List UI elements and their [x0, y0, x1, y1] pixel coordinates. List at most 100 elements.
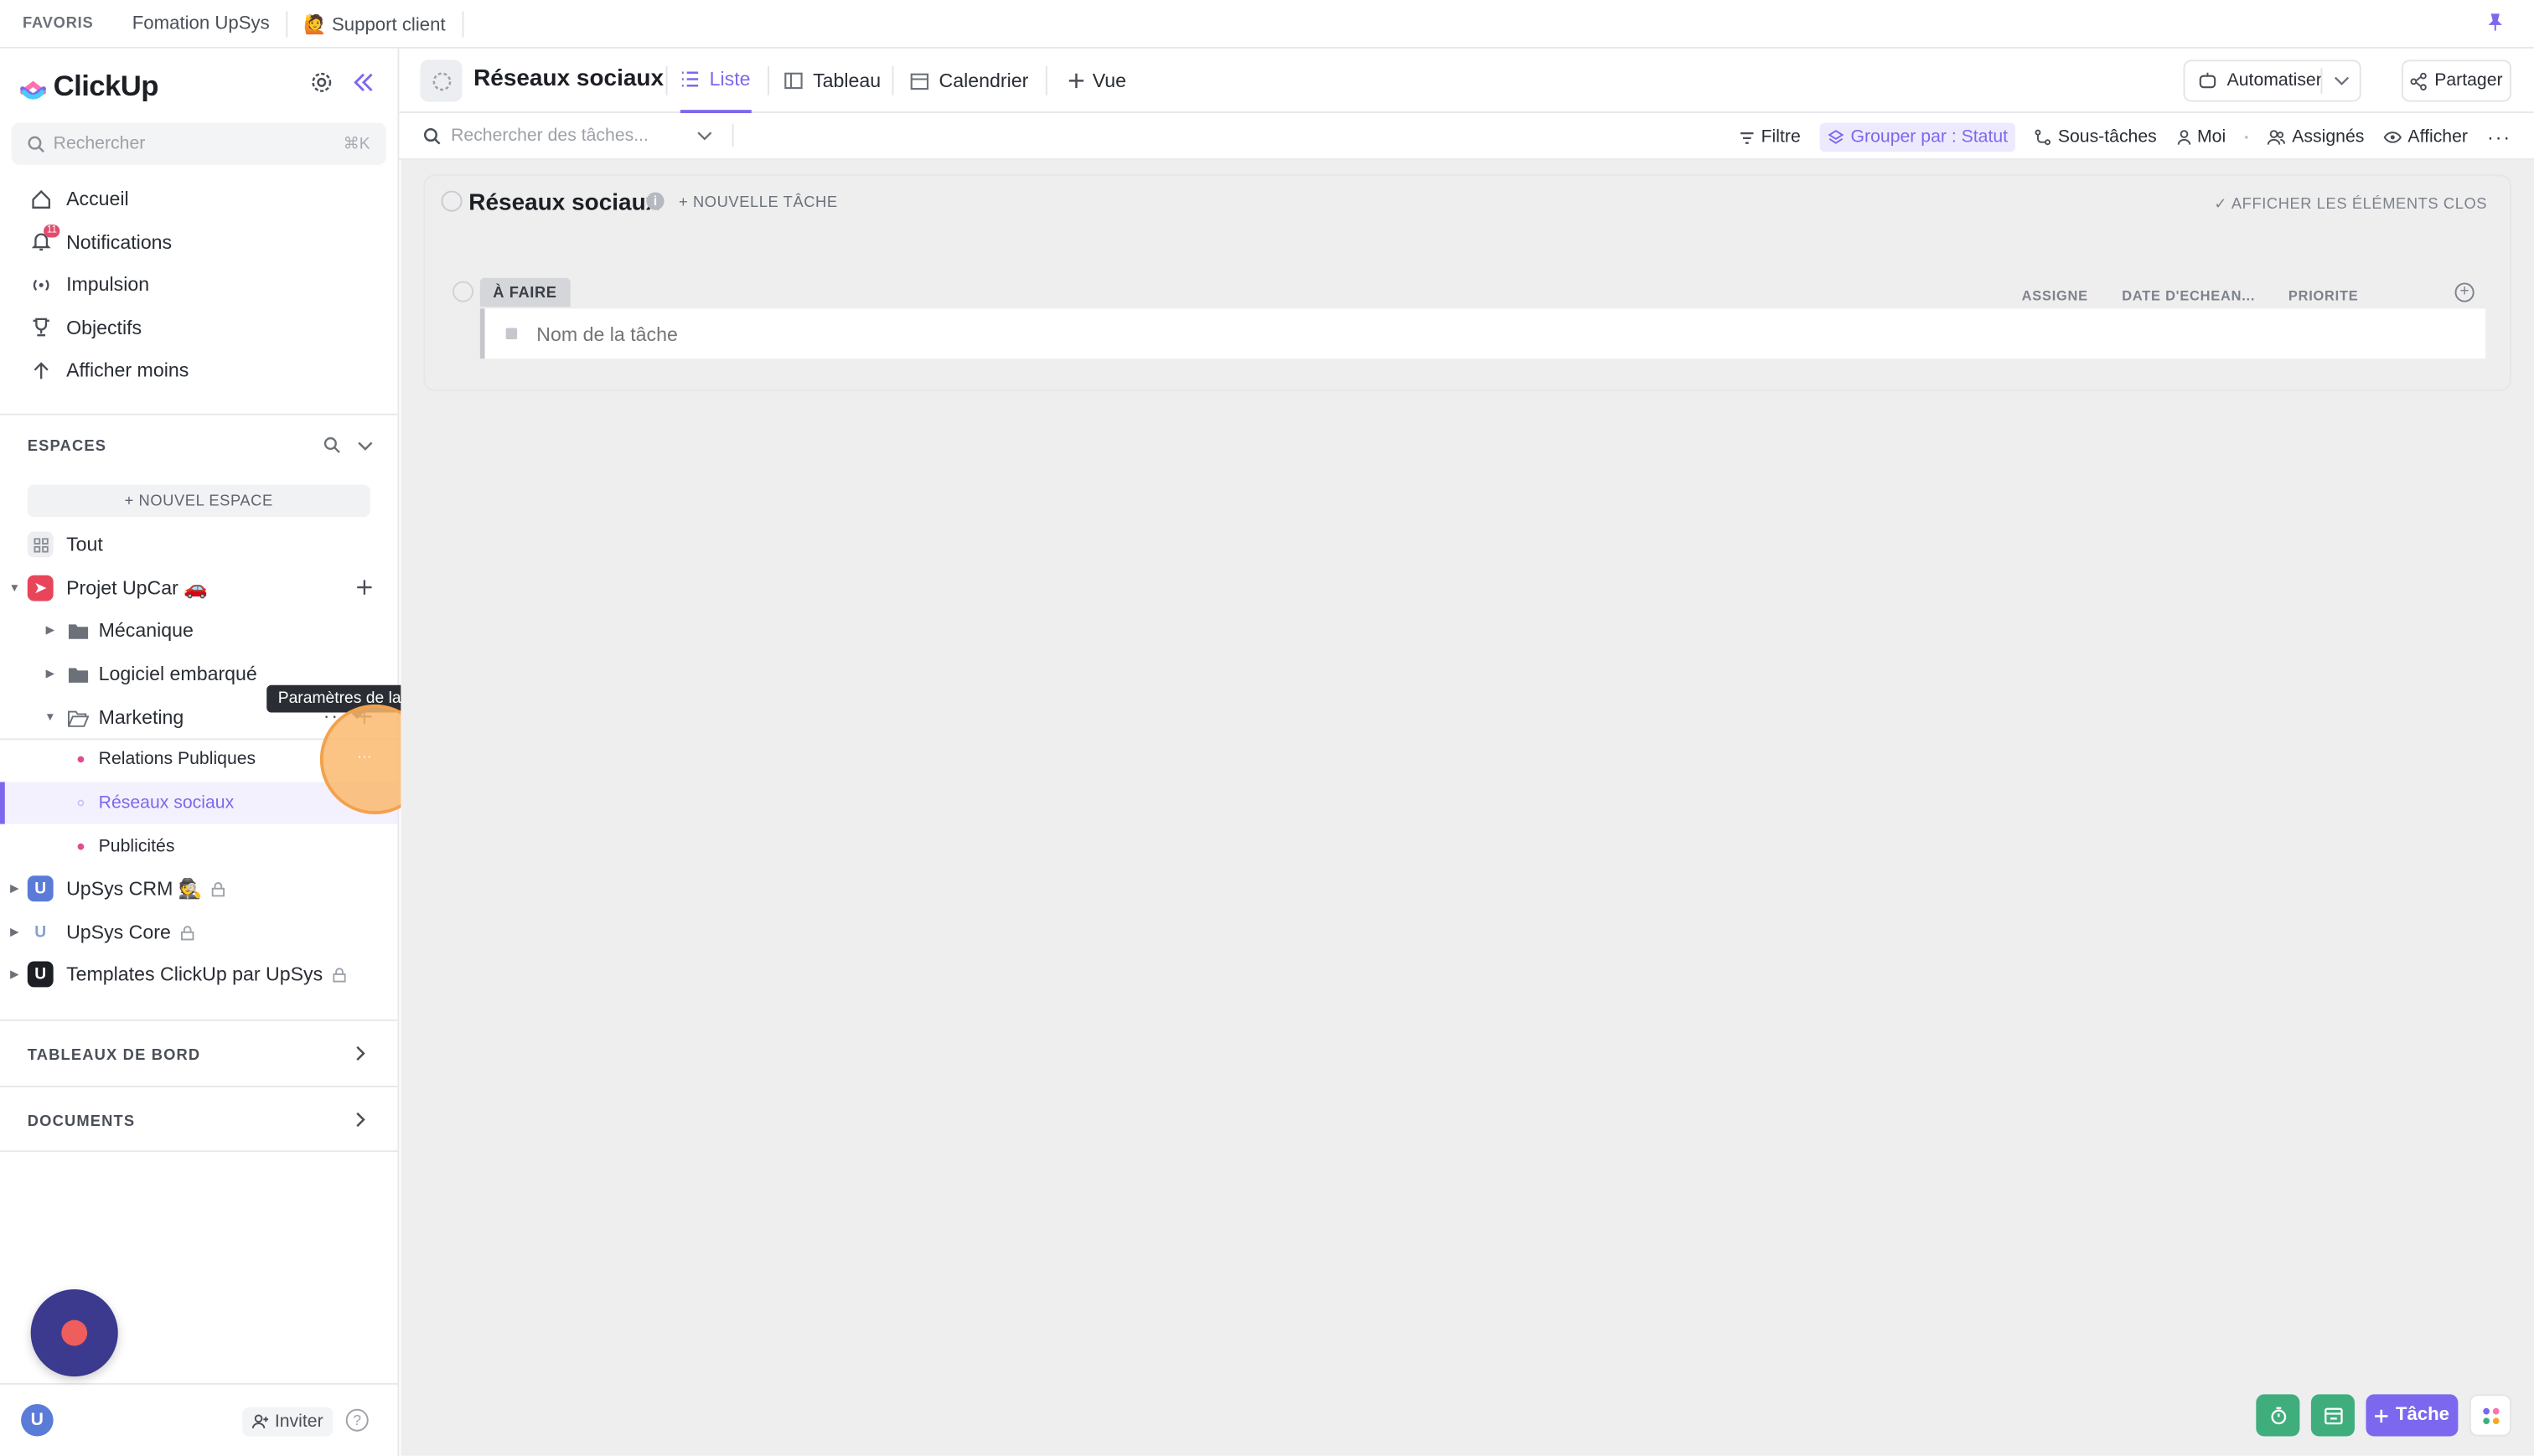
status-square-icon — [505, 328, 518, 340]
spaces-search-icon[interactable] — [323, 436, 341, 454]
folder-label: Logiciel embarqué — [98, 662, 257, 685]
info-icon[interactable]: i — [646, 192, 665, 210]
show-button[interactable]: Afficher — [2383, 123, 2468, 152]
tab-board[interactable]: Tableau — [783, 49, 881, 113]
arrow-up-icon — [33, 361, 48, 379]
group-by-button[interactable]: Grouper par : Statut — [1819, 122, 2016, 152]
new-task-fab[interactable]: Tâche — [2366, 1394, 2459, 1437]
more-icon[interactable]: ··· — [357, 748, 371, 764]
new-task-row — [479, 308, 2486, 359]
favorite-item-formation[interactable]: Fomation UpSys — [116, 10, 287, 37]
chevron-down-icon[interactable] — [357, 440, 373, 452]
sidebar-item-label: Impulsion — [66, 273, 150, 297]
favorite-item-support[interactable]: 🙋 Support client — [287, 10, 463, 37]
column-header-priority[interactable]: PRIORITE — [2288, 287, 2359, 303]
pin-icon[interactable] — [2485, 13, 2505, 32]
avatar[interactable]: U — [21, 1403, 54, 1437]
divider — [0, 1086, 398, 1087]
caret-right-icon[interactable]: ▶ — [44, 668, 56, 680]
documents-section[interactable]: DOCUMENTS — [0, 1098, 397, 1140]
sidebar-item-all[interactable]: Tout — [0, 524, 397, 565]
record-button[interactable] — [30, 1289, 118, 1377]
calendar-button[interactable] — [2310, 1394, 2355, 1437]
more-icon[interactable]: ··· — [2487, 126, 2511, 148]
sidebar-item-label: Objectifs — [66, 316, 142, 339]
show-label: Afficher — [2407, 127, 2468, 147]
apps-grid-icon — [2482, 1407, 2499, 1424]
status-badge[interactable]: À FAIRE — [479, 277, 570, 307]
folder-label: Mécanique — [98, 618, 194, 642]
sidebar-item-home[interactable]: Accueil — [0, 178, 397, 220]
pulse-icon — [32, 279, 49, 291]
folder-mecanique[interactable]: ▶ Mécanique — [0, 609, 397, 651]
task-name-input[interactable] — [536, 322, 1183, 345]
list-publicites[interactable]: Publicités — [0, 826, 397, 868]
chevron-right-icon — [356, 1046, 365, 1061]
collapse-icon[interactable] — [441, 190, 463, 212]
page-title[interactable]: Réseaux sociaux — [473, 66, 664, 92]
sidebar-item-pulse[interactable]: Impulsion — [0, 263, 397, 306]
assignees-button[interactable]: Assignés — [2268, 123, 2364, 152]
sidebar-item-notifications[interactable]: 11 Notifications — [0, 220, 397, 263]
caret-right-icon[interactable]: ▶ — [8, 926, 21, 939]
space-projet-upcar[interactable]: ▼ ➤ Projet UpCar 🚗 — [0, 567, 397, 609]
space-upsys-core[interactable]: ▶ U UpSys Core — [0, 911, 397, 953]
filter-icon — [1740, 131, 1753, 143]
dashboards-section[interactable]: TABLEAUX DE BORD — [0, 1032, 397, 1074]
me-filter-button[interactable]: Moi — [2176, 123, 2226, 152]
calendar-icon — [2324, 1407, 2342, 1425]
automate-button[interactable]: Automatiser — [2183, 59, 2361, 102]
space-label: UpSys Core — [66, 921, 171, 944]
caret-down-icon[interactable]: ▼ — [8, 581, 21, 594]
task-search-input[interactable]: Rechercher des tâches... — [423, 124, 735, 147]
chevron-down-icon[interactable] — [2334, 76, 2350, 88]
column-header-due-date[interactable]: DATE D'ECHEAN... — [2122, 287, 2255, 303]
space-templates[interactable]: ▶ U Templates ClickUp par UpSys — [0, 953, 397, 995]
list-title: Réseaux sociaux — [468, 190, 659, 217]
add-view-button[interactable]: Vue — [1068, 49, 1126, 113]
floating-actions: Tâche — [2256, 1394, 2512, 1437]
sidebar-item-goals[interactable]: Objectifs — [0, 306, 397, 349]
plus-icon — [1068, 73, 1084, 89]
assignees-label: Assignés — [2292, 127, 2365, 147]
collapse-status-icon[interactable] — [452, 281, 474, 302]
grid-icon — [27, 531, 54, 558]
chevron-down-icon[interactable] — [697, 130, 713, 142]
caret-right-icon[interactable]: ▶ — [8, 882, 21, 896]
list-dot-icon — [77, 799, 85, 807]
space-upsys-crm[interactable]: ▶ U UpSys CRM 🕵️ — [0, 868, 397, 910]
timer-button[interactable] — [2256, 1394, 2300, 1437]
users-icon — [2268, 130, 2286, 145]
filter-button[interactable]: Filtre — [1739, 123, 1801, 152]
column-header-assignee[interactable]: ASSIGNE — [2022, 287, 2088, 303]
tab-list[interactable]: Liste — [680, 49, 752, 114]
caret-down-icon[interactable]: ▼ — [44, 711, 56, 724]
sidebar-search-input[interactable]: Rechercher ⌘K — [11, 122, 386, 165]
caret-right-icon[interactable]: ▶ — [44, 623, 56, 637]
clickup-logo[interactable]: ClickUp — [19, 70, 158, 104]
trophy-icon — [32, 318, 49, 337]
help-icon[interactable]: ? — [345, 1408, 369, 1432]
settings-gear-icon[interactable] — [310, 71, 333, 94]
divider — [665, 66, 668, 96]
subtasks-button[interactable]: Sous-tâches — [2035, 123, 2157, 152]
apps-button[interactable] — [2469, 1394, 2512, 1437]
tab-calendar[interactable]: Calendrier — [910, 49, 1028, 113]
space-label: Templates ClickUp par UpSys — [66, 963, 323, 986]
sidebar-footer: U Inviter ? — [0, 1382, 398, 1456]
tab-label: Calendrier — [939, 69, 1029, 92]
invite-button[interactable]: Inviter — [242, 1407, 334, 1437]
add-column-icon[interactable]: + — [2454, 282, 2475, 302]
caret-right-icon[interactable]: ▶ — [8, 968, 21, 981]
clickup-logo-icon — [20, 80, 46, 99]
add-icon[interactable] — [355, 578, 373, 596]
new-space-button[interactable]: + NOUVEL ESPACE — [27, 484, 370, 518]
show-closed-button[interactable]: ✓ AFFICHER LES ÉLÉMENTS CLOS — [2214, 195, 2487, 213]
sidebar-item-label: Accueil — [66, 188, 129, 211]
tab-label: Tableau — [813, 69, 882, 92]
sidebar-item-show-less[interactable]: Afficher moins — [0, 349, 397, 392]
share-button[interactable]: Partager — [2401, 59, 2512, 102]
new-task-button[interactable]: + NOUVELLE TÂCHE — [679, 194, 838, 211]
collapse-sidebar-icon[interactable] — [352, 71, 375, 94]
list-status-icon[interactable] — [420, 59, 463, 102]
